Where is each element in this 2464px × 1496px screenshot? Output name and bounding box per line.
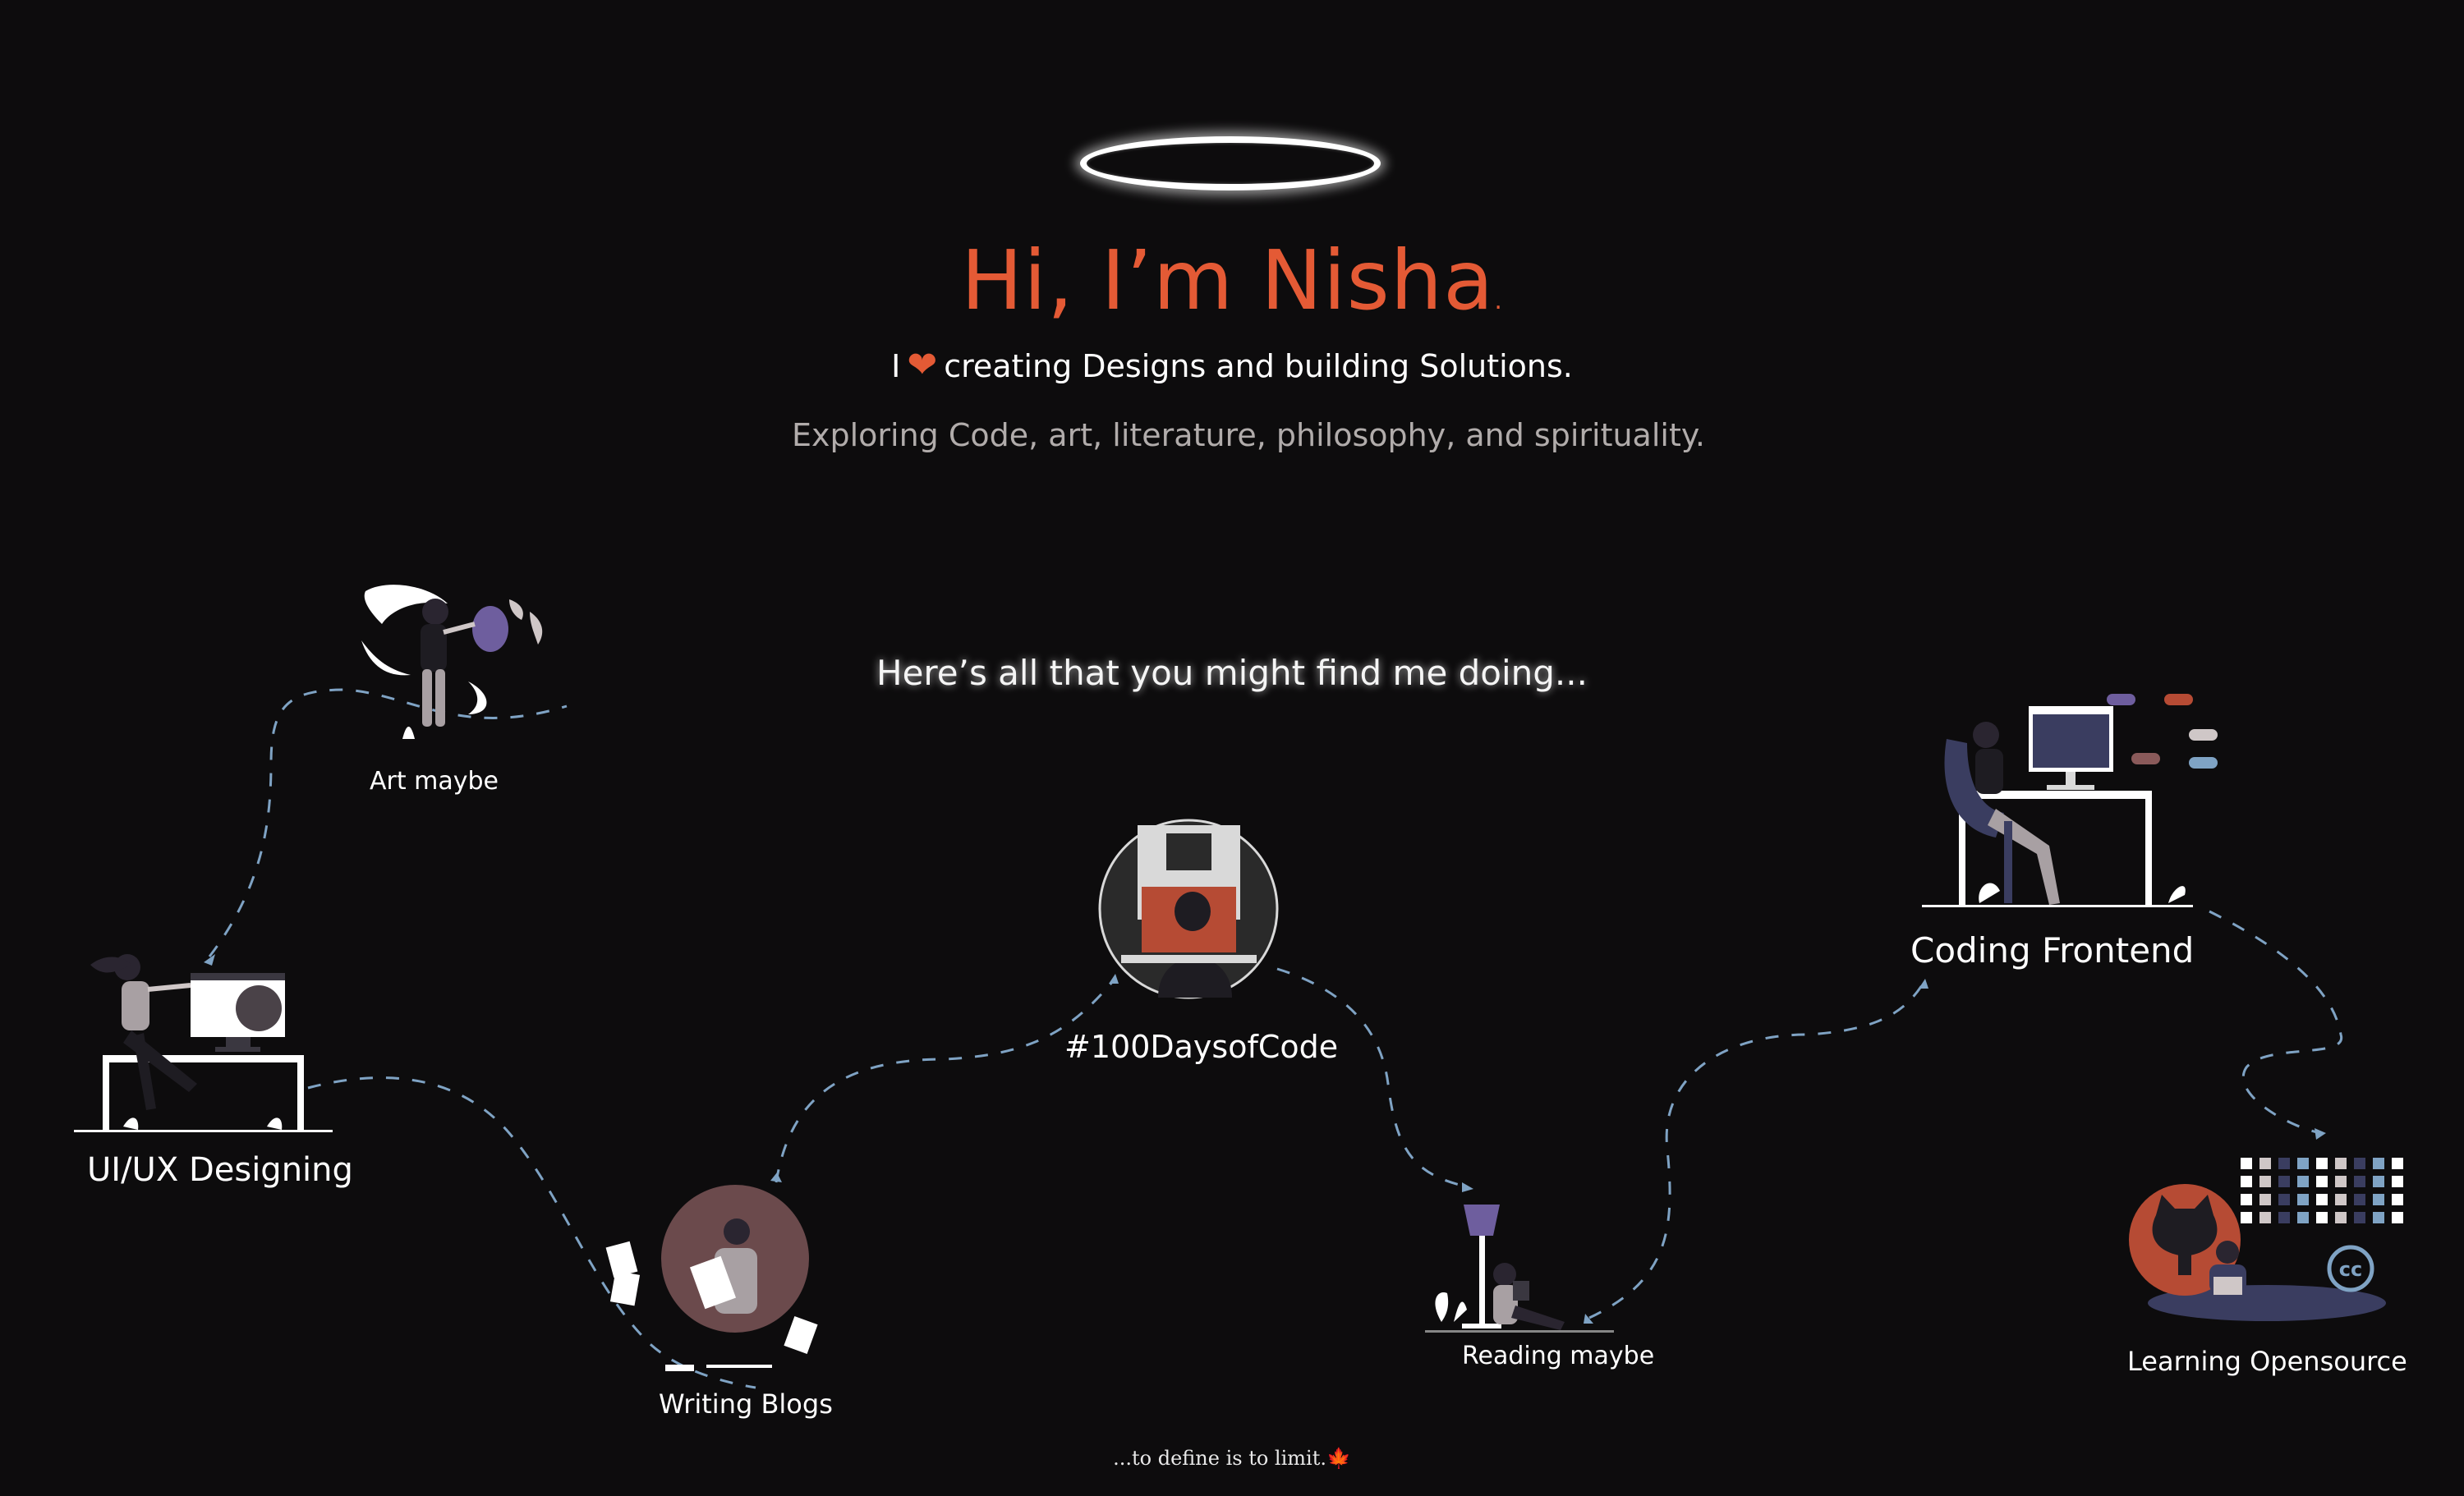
- activity-label-opensource: Learning Opensource: [2127, 1346, 2407, 1377]
- activity-label-uiux: UI/UX Designing: [87, 1151, 353, 1189]
- contribution-cell: [2316, 1158, 2328, 1169]
- contribution-cell: [2297, 1194, 2309, 1205]
- contribution-grid: [2241, 1158, 2403, 1223]
- activity-label-blogs: Writing Blogs: [659, 1388, 833, 1420]
- svg-text:cc: cc: [2339, 1258, 2362, 1281]
- activity-label-100days: #100DaysofCode: [1064, 1029, 1339, 1065]
- contribution-cell: [2392, 1194, 2403, 1205]
- contribution-cell: [2373, 1194, 2384, 1205]
- contribution-cell: [2316, 1176, 2328, 1187]
- contribution-cell: [2354, 1212, 2365, 1223]
- contribution-cell: [2392, 1176, 2403, 1187]
- contribution-cell: [2259, 1158, 2271, 1169]
- footer-quote: ...to define is to limit.🍁: [0, 1447, 2464, 1470]
- 100daysofcode-illustration: [1098, 819, 1279, 999]
- contribution-cell: [2335, 1158, 2347, 1169]
- contribution-cell: [2259, 1194, 2271, 1205]
- activity-label-reading: Reading maybe: [1462, 1342, 1655, 1370]
- contribution-cell: [2335, 1212, 2347, 1223]
- uiux-illustration: [74, 954, 333, 1132]
- contribution-cell: [2354, 1158, 2365, 1169]
- activity-label-art: Art maybe: [370, 767, 499, 796]
- contribution-cell: [2316, 1212, 2328, 1223]
- contribution-cell: [2297, 1212, 2309, 1223]
- contribution-cell: [2392, 1212, 2403, 1223]
- activity-label-frontend: Coding Frontend: [1910, 930, 2195, 971]
- footer-text: ...to define is to limit.: [1113, 1447, 1326, 1470]
- contribution-cell: [2278, 1176, 2290, 1187]
- contribution-cell: [2354, 1176, 2365, 1187]
- maple-leaf-icon: 🍁: [1326, 1447, 1351, 1470]
- contribution-cell: [2373, 1158, 2384, 1169]
- contribution-cell: [2259, 1212, 2271, 1223]
- contribution-cell: [2278, 1212, 2290, 1223]
- contribution-cell: [2259, 1176, 2271, 1187]
- contribution-cell: [2241, 1194, 2252, 1205]
- contribution-cell: [2241, 1212, 2252, 1223]
- contribution-cell: [2278, 1158, 2290, 1169]
- contribution-cell: [2241, 1158, 2252, 1169]
- contribution-cell: [2316, 1194, 2328, 1205]
- path-arrowheads: [204, 954, 2326, 1324]
- frontend-illustration: [1922, 694, 2218, 907]
- contribution-cell: [2297, 1158, 2309, 1169]
- contribution-cell: [2373, 1176, 2384, 1187]
- opensource-illustration: cc: [2129, 1158, 2403, 1321]
- contribution-cell: [2278, 1194, 2290, 1205]
- contribution-cell: [2241, 1176, 2252, 1187]
- contribution-cell: [2373, 1212, 2384, 1223]
- blogs-illustration: [605, 1185, 818, 1371]
- contribution-cell: [2354, 1194, 2365, 1205]
- contribution-cell: [2335, 1194, 2347, 1205]
- contribution-cell: [2297, 1176, 2309, 1187]
- contribution-cell: [2335, 1176, 2347, 1187]
- reading-illustration: [1425, 1205, 1614, 1333]
- illustrations-layer: cc: [74, 585, 2403, 1389]
- contribution-cell: [2392, 1158, 2403, 1169]
